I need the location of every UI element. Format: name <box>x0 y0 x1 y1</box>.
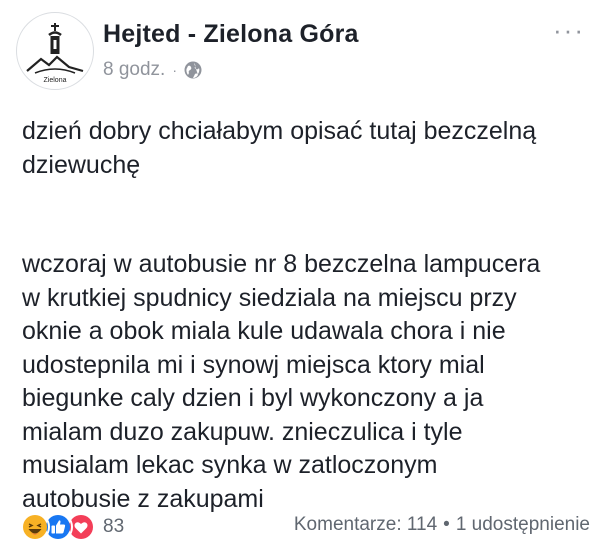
reaction-count: 83 <box>103 516 125 537</box>
post-paragraph: dzień dobry chciałabym opisać tutaj bezc… <box>22 117 537 179</box>
shares-link[interactable]: 1 udostępnienie <box>456 514 590 535</box>
avatar-caption: Zielona <box>44 77 67 84</box>
facebook-post: Zielona Hejted - Zielona Góra 8 godz. · … <box>0 0 609 550</box>
page-name[interactable]: Hejted - Zielona Góra <box>103 20 359 49</box>
post-body: dzień dobry chciałabym opisać tutaj bezc… <box>22 115 597 516</box>
haha-icon <box>20 512 50 542</box>
footer-separator: • <box>443 514 450 535</box>
page-avatar[interactable]: Zielona <box>16 12 94 90</box>
hejted-logo-icon: Zielona <box>26 23 84 84</box>
post-footer: 83 Komentarze: 114 • 1 udostępnienie <box>20 512 590 542</box>
post-paragraph: wczoraj w autobusie nr 8 bezczelna lampu… <box>22 250 541 513</box>
globe-icon[interactable] <box>183 60 203 80</box>
engagement-summary: Komentarze: 114 • 1 udostępnienie <box>294 514 590 536</box>
meta-separator: · <box>172 62 177 78</box>
post-timestamp[interactable]: 8 godz. <box>103 59 165 81</box>
comments-link[interactable]: Komentarze: 114 <box>294 514 437 535</box>
post-meta: 8 godz. · <box>103 59 203 81</box>
more-options-button[interactable]: ··· <box>553 17 585 43</box>
reactions-summary[interactable]: 83 <box>20 512 124 542</box>
